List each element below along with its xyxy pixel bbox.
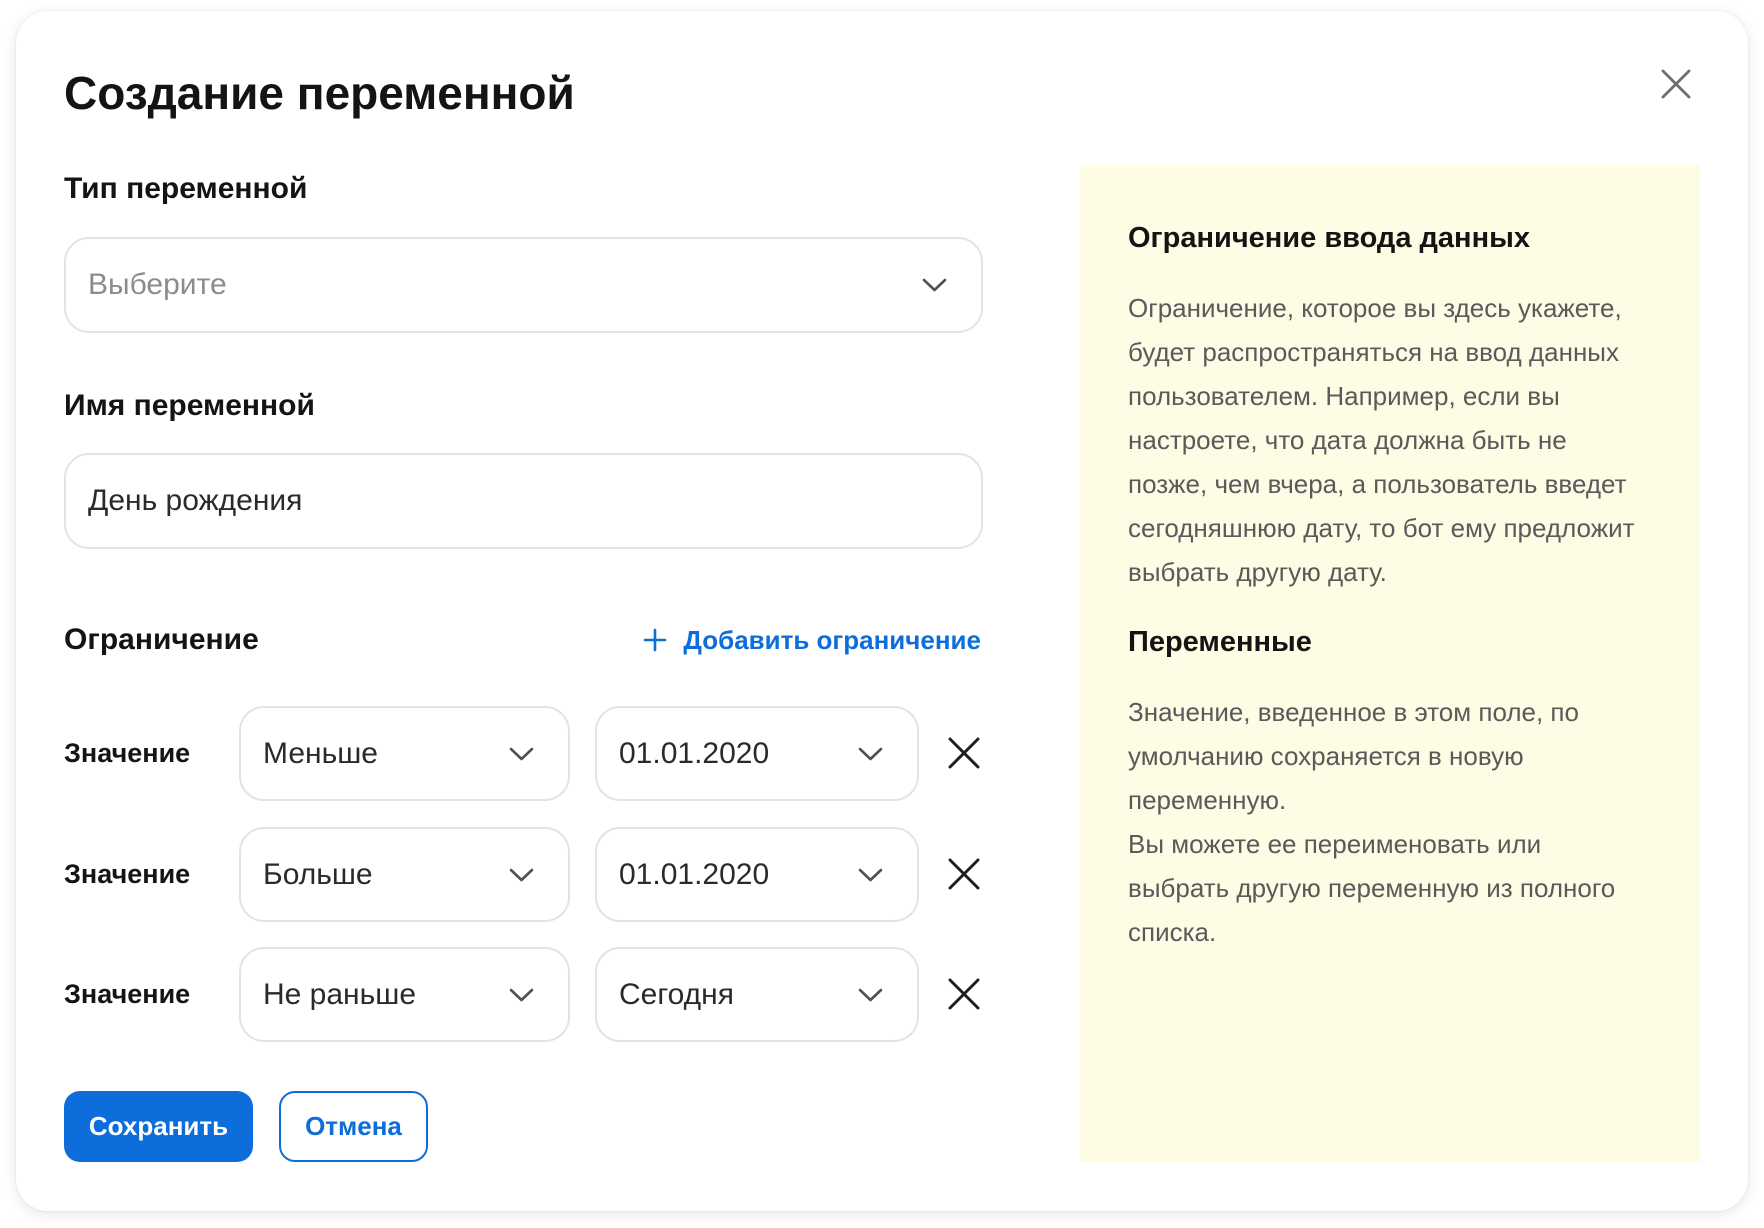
close-button[interactable] bbox=[1658, 66, 1694, 102]
help-text-line: умолчанию сохраняется в новую bbox=[1128, 734, 1670, 778]
help-text-line: выбрать другую дату. bbox=[1128, 550, 1670, 594]
constraint-row: Значение Не раньше Сегодня bbox=[64, 947, 981, 1042]
constraint-value-text: 01.01.2020 bbox=[619, 858, 858, 892]
constraints-label: Ограничение bbox=[64, 622, 259, 658]
variable-type-placeholder: Выберите bbox=[88, 268, 922, 302]
help-text-line: Ограничение, которое вы здесь укажете, bbox=[1128, 286, 1670, 330]
chevron-down-icon bbox=[509, 868, 534, 882]
help-text-line: Вы можете ее переименовать или bbox=[1128, 822, 1670, 866]
constraint-operator-value: Меньше bbox=[263, 737, 509, 771]
constraint-value-text: 01.01.2020 bbox=[619, 737, 858, 771]
remove-icon bbox=[947, 736, 981, 770]
save-button[interactable]: Сохранить bbox=[64, 1091, 253, 1162]
variable-name-input[interactable] bbox=[64, 453, 983, 549]
help-text-line: будет распространяться на ввод данных bbox=[1128, 330, 1670, 374]
constraint-value-text: Сегодня bbox=[619, 978, 858, 1012]
chevron-down-icon bbox=[858, 747, 883, 761]
cancel-button[interactable]: Отмена bbox=[279, 1091, 428, 1162]
help-text: Значение, введенное в этом поле, по умол… bbox=[1128, 690, 1670, 954]
help-text-line: выбрать другую переменную из полного bbox=[1128, 866, 1670, 910]
chevron-down-icon bbox=[858, 868, 883, 882]
chevron-down-icon bbox=[509, 988, 534, 1002]
constraint-value-select[interactable]: 01.01.2020 bbox=[595, 706, 919, 801]
chevron-down-icon bbox=[509, 747, 534, 761]
modal-title: Создание переменной bbox=[64, 65, 575, 121]
constraint-value-select[interactable]: Сегодня bbox=[595, 947, 919, 1042]
constraint-operator-value: Не раньше bbox=[263, 978, 509, 1012]
constraint-row-label: Значение bbox=[64, 827, 190, 922]
remove-constraint-button[interactable] bbox=[944, 733, 984, 773]
help-text-line: настроете, что дата должна быть не bbox=[1128, 418, 1670, 462]
constraint-operator-select[interactable]: Меньше bbox=[239, 706, 570, 801]
constraint-row-label: Значение bbox=[64, 706, 190, 801]
constraint-operator-select[interactable]: Не раньше bbox=[239, 947, 570, 1042]
create-variable-modal: Создание переменной Тип переменной Выбер… bbox=[16, 11, 1748, 1211]
type-field-label: Тип переменной bbox=[64, 171, 307, 207]
remove-constraint-button[interactable] bbox=[944, 974, 984, 1014]
help-text-line: сегодняшнюю дату, то бот ему предложит bbox=[1128, 506, 1670, 550]
chevron-down-icon bbox=[922, 278, 947, 292]
remove-icon bbox=[947, 977, 981, 1011]
add-constraint-label: Добавить ограничение bbox=[683, 622, 981, 658]
close-icon bbox=[1660, 68, 1692, 100]
variable-type-select[interactable]: Выберите bbox=[64, 237, 983, 333]
name-field-label: Имя переменной bbox=[64, 388, 315, 424]
help-text-line: списка. bbox=[1128, 910, 1670, 954]
help-text: Ограничение, которое вы здесь укажете, б… bbox=[1128, 286, 1670, 594]
add-constraint-button[interactable]: Добавить ограничение bbox=[643, 622, 981, 658]
chevron-down-icon bbox=[858, 988, 883, 1002]
help-text-line: Значение, введенное в этом поле, по bbox=[1128, 690, 1670, 734]
help-section-input-constraint: Ограничение ввода данных Ограничение, ко… bbox=[1128, 220, 1670, 594]
constraint-row-label: Значение bbox=[64, 947, 190, 1042]
constraint-operator-select[interactable]: Больше bbox=[239, 827, 570, 922]
remove-constraint-button[interactable] bbox=[944, 854, 984, 894]
help-text-line: позже, чем вчера, а пользователь введет bbox=[1128, 462, 1670, 506]
constraint-operator-value: Больше bbox=[263, 858, 509, 892]
help-text-line: пользователем. Например, если вы bbox=[1128, 374, 1670, 418]
remove-icon bbox=[947, 857, 981, 891]
help-section-variables: Переменные Значение, введенное в этом по… bbox=[1128, 624, 1670, 954]
help-panel: Ограничение ввода данных Ограничение, ко… bbox=[1080, 165, 1700, 1162]
help-heading: Переменные bbox=[1128, 624, 1670, 660]
constraint-row: Значение Больше 01.01.2020 bbox=[64, 827, 981, 922]
plus-icon bbox=[643, 628, 667, 652]
help-text-line: переменную. bbox=[1128, 778, 1670, 822]
constraint-row: Значение Меньше 01.01.2020 bbox=[64, 706, 981, 801]
help-heading: Ограничение ввода данных bbox=[1128, 220, 1670, 256]
constraint-value-select[interactable]: 01.01.2020 bbox=[595, 827, 919, 922]
